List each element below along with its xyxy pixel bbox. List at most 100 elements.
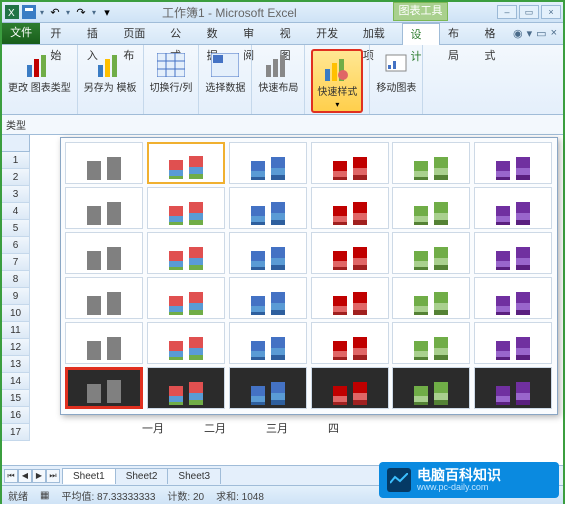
quick-style-button[interactable]: 快速样式 ▾: [311, 49, 363, 113]
minimize-ribbon-icon[interactable]: ▾: [527, 27, 533, 40]
quick-style-label: 快速样式: [317, 87, 357, 98]
chart-style-thumb[interactable]: [311, 232, 389, 274]
row-header[interactable]: 15: [2, 390, 30, 407]
svg-text:X: X: [8, 8, 15, 19]
change-chart-type-button[interactable]: 更改 图表类型: [8, 49, 71, 94]
row-header[interactable]: 9: [2, 288, 30, 305]
move-chart-button[interactable]: 移动图表: [376, 49, 416, 94]
qat-more-icon[interactable]: ▾: [99, 4, 115, 20]
chart-style-thumb[interactable]: [311, 187, 389, 229]
chart-style-thumb[interactable]: [392, 277, 470, 319]
row-header[interactable]: 12: [2, 339, 30, 356]
chart-style-thumb[interactable]: [229, 277, 307, 319]
chart-style-thumb[interactable]: [392, 322, 470, 364]
select-data-label: 选择数据: [205, 83, 245, 94]
menu-tab-6[interactable]: 视图: [272, 23, 309, 45]
chart-style-thumb[interactable]: [147, 367, 225, 409]
row-header[interactable]: 1: [2, 152, 30, 169]
tab-prev-button[interactable]: ◀: [18, 469, 32, 483]
minimize-button[interactable]: –: [497, 5, 517, 19]
redo-icon[interactable]: ↷: [73, 4, 89, 20]
chart-style-thumb[interactable]: [311, 322, 389, 364]
switch-row-col-button[interactable]: 切换行/列: [150, 49, 193, 94]
row-header[interactable]: 4: [2, 203, 30, 220]
menu-tab-5[interactable]: 审阅: [235, 23, 272, 45]
row-header[interactable]: 3: [2, 186, 30, 203]
menu-tab-11[interactable]: 格式: [477, 23, 514, 45]
chart-style-thumb[interactable]: [392, 367, 470, 409]
file-tab[interactable]: 文件: [2, 23, 40, 44]
menu-tab-7[interactable]: 开发工: [308, 23, 355, 45]
restore-button[interactable]: ▭: [519, 5, 539, 19]
app-restore-icon[interactable]: ▭: [536, 27, 546, 40]
chart-style-thumb[interactable]: [229, 322, 307, 364]
row-header[interactable]: 16: [2, 407, 30, 424]
chart-style-thumb[interactable]: [65, 322, 143, 364]
menu-tab-4[interactable]: 数据: [199, 23, 236, 45]
menu-tab-8[interactable]: 加载项: [355, 23, 402, 45]
sheet-tab[interactable]: Sheet2: [115, 468, 169, 484]
chart-style-thumb[interactable]: [229, 142, 307, 184]
chart-style-thumb[interactable]: [229, 367, 307, 409]
chart-style-thumb[interactable]: [474, 322, 552, 364]
chart-style-thumb[interactable]: [474, 277, 552, 319]
chart-style-thumb[interactable]: [311, 367, 389, 409]
chart-style-thumb[interactable]: [311, 142, 389, 184]
save-as-template-button[interactable]: 另存为 模板: [84, 49, 137, 94]
redo-dropdown-icon[interactable]: ▾: [90, 4, 98, 20]
row-header[interactable]: 14: [2, 373, 30, 390]
chart-style-thumb[interactable]: [65, 277, 143, 319]
quick-layout-button[interactable]: 快速布局: [258, 49, 298, 94]
tab-last-button[interactable]: ⏭: [46, 469, 60, 483]
row-header[interactable]: 8: [2, 271, 30, 288]
row-header[interactable]: 7: [2, 254, 30, 271]
menu-tab-0[interactable]: 开始: [42, 23, 79, 45]
chart-style-thumb[interactable]: [474, 142, 552, 184]
row-header[interactable]: 13: [2, 356, 30, 373]
sheet-tab[interactable]: Sheet1: [62, 468, 116, 484]
chart-style-thumb[interactable]: [474, 187, 552, 229]
row-header[interactable]: 5: [2, 220, 30, 237]
row-header[interactable]: 17: [2, 424, 30, 441]
chart-style-thumb[interactable]: [311, 277, 389, 319]
row-header[interactable]: 11: [2, 322, 30, 339]
menu-tab-3[interactable]: 公式: [162, 23, 199, 45]
chart-style-thumb[interactable]: [392, 142, 470, 184]
chart-style-thumb[interactable]: [147, 232, 225, 274]
menu-tab-10[interactable]: 布局: [440, 23, 477, 45]
row-header[interactable]: 10: [2, 305, 30, 322]
chart-style-thumb[interactable]: [474, 367, 552, 409]
chart-style-thumb[interactable]: [65, 232, 143, 274]
chart-style-thumb[interactable]: [65, 187, 143, 229]
menu-tab-2[interactable]: 页面布: [115, 23, 162, 45]
chart-style-thumb[interactable]: [474, 232, 552, 274]
undo-icon[interactable]: ↶: [47, 4, 63, 20]
save-icon[interactable]: [21, 4, 37, 20]
sheet-tab[interactable]: Sheet3: [167, 468, 221, 484]
close-button[interactable]: ×: [541, 5, 561, 19]
chart-style-thumb[interactable]: [229, 187, 307, 229]
chart-style-thumb[interactable]: [147, 187, 225, 229]
chart-style-thumb[interactable]: [147, 277, 225, 319]
menu-tab-9[interactable]: 设计: [402, 23, 441, 45]
chart-style-thumb[interactable]: [392, 232, 470, 274]
row-header[interactable]: 6: [2, 237, 30, 254]
chart-style-thumb[interactable]: [229, 232, 307, 274]
tab-first-button[interactable]: ⏮: [4, 469, 18, 483]
move-chart-label: 移动图表: [376, 83, 416, 94]
chart-style-thumb[interactable]: [147, 322, 225, 364]
select-data-button[interactable]: 选择数据: [205, 49, 245, 94]
undo-dropdown-icon[interactable]: ▾: [64, 4, 72, 20]
help-icon[interactable]: ◉: [513, 27, 523, 40]
row-header[interactable]: 2: [2, 169, 30, 186]
qat-dropdown-icon[interactable]: ▾: [38, 4, 46, 20]
menu-tab-1[interactable]: 插入: [79, 23, 116, 45]
select-all-corner[interactable]: [2, 135, 30, 152]
tab-next-button[interactable]: ▶: [32, 469, 46, 483]
chart-style-thumb[interactable]: [147, 142, 225, 184]
chart-style-thumb[interactable]: [65, 367, 143, 409]
app-close-icon[interactable]: ×: [551, 27, 557, 40]
excel-icon[interactable]: X: [4, 4, 20, 20]
chart-style-thumb[interactable]: [65, 142, 143, 184]
chart-style-thumb[interactable]: [392, 187, 470, 229]
